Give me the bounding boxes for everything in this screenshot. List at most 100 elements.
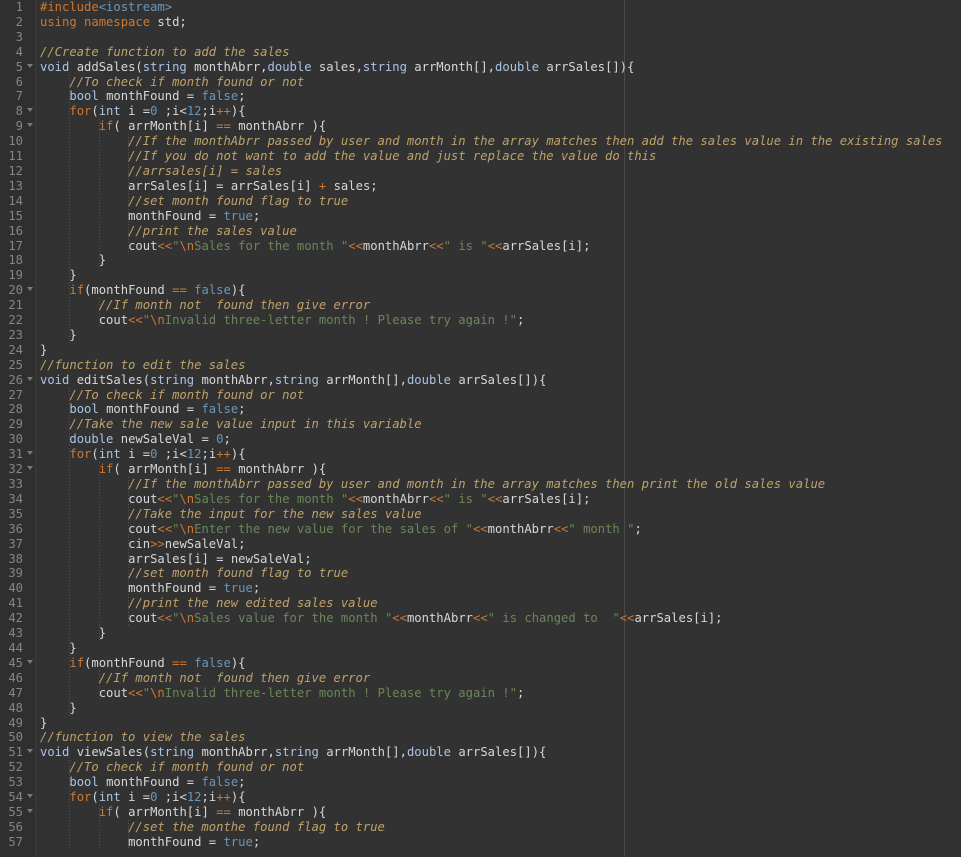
- code-line-28[interactable]: bool monthFound = false;: [37, 402, 961, 417]
- code-content[interactable]: #include<iostream> using namespace std; /…: [37, 0, 961, 857]
- fold-chevron-down-icon[interactable]: [27, 466, 33, 471]
- code-line-4[interactable]: //Create function to add the sales: [37, 45, 961, 60]
- line-number-23[interactable]: 23: [0, 328, 35, 343]
- line-number-49[interactable]: 49: [0, 716, 35, 731]
- line-number-50[interactable]: 50: [0, 730, 35, 745]
- line-number-8[interactable]: 8: [0, 104, 35, 119]
- code-line-19[interactable]: }: [37, 268, 961, 283]
- code-line-20[interactable]: if(monthFound == false){: [37, 283, 961, 298]
- code-line-37[interactable]: cin>>newSaleVal;: [37, 537, 961, 552]
- code-line-51[interactable]: void viewSales(string monthAbrr,string a…: [37, 745, 961, 760]
- code-line-24[interactable]: }: [37, 343, 961, 358]
- line-number-33[interactable]: 33: [0, 477, 35, 492]
- fold-chevron-down-icon[interactable]: [27, 123, 33, 128]
- line-number-25[interactable]: 25: [0, 358, 35, 373]
- code-line-33[interactable]: //If the monthAbrr passed by user and mo…: [37, 477, 961, 492]
- code-line-46[interactable]: //If month not found then give error: [37, 671, 961, 686]
- line-number-14[interactable]: 14: [0, 194, 35, 209]
- code-line-48[interactable]: }: [37, 701, 961, 716]
- code-line-40[interactable]: monthFound = true;: [37, 581, 961, 596]
- fold-chevron-down-icon[interactable]: [27, 108, 33, 113]
- line-number-gutter[interactable]: 1 2 3 4 5 6 7 8 9 10 11 12 13 14 15 16 17 18 19 20 21 22 23 24 2…: [0, 0, 36, 857]
- fold-chevron-down-icon[interactable]: [27, 794, 33, 799]
- code-line-25[interactable]: //function to edit the sales: [37, 358, 961, 373]
- fold-chevron-down-icon[interactable]: [27, 63, 33, 68]
- line-number-55[interactable]: 55: [0, 805, 35, 820]
- code-line-38[interactable]: arrSales[i] = newSaleVal;: [37, 552, 961, 567]
- code-line-36[interactable]: cout<<"\nEnter the new value for the sal…: [37, 522, 961, 537]
- code-line-2[interactable]: using namespace std;: [37, 15, 961, 30]
- line-number-35[interactable]: 35: [0, 507, 35, 522]
- code-line-57[interactable]: monthFound = true;: [37, 835, 961, 850]
- line-number-9[interactable]: 9: [0, 119, 35, 134]
- line-number-51[interactable]: 51: [0, 745, 35, 760]
- fold-chevron-down-icon[interactable]: [27, 808, 33, 813]
- code-line-22[interactable]: cout<<"\nInvalid three-letter month ! Pl…: [37, 313, 961, 328]
- line-number-44[interactable]: 44: [0, 641, 35, 656]
- code-line-34[interactable]: cout<<"\nSales for the month "<<monthAbr…: [37, 492, 961, 507]
- code-line-32[interactable]: if( arrMonth[i] == monthAbrr ){: [37, 462, 961, 477]
- code-line-55[interactable]: if( arrMonth[i] == monthAbrr ){: [37, 805, 961, 820]
- code-line-14[interactable]: //set month found flag to true: [37, 194, 961, 209]
- code-line-43[interactable]: }: [37, 626, 961, 641]
- line-number-1[interactable]: 1: [0, 0, 35, 15]
- code-line-49[interactable]: }: [37, 716, 961, 731]
- code-line-47[interactable]: cout<<"\nInvalid three-letter month ! Pl…: [37, 686, 961, 701]
- code-line-7[interactable]: bool monthFound = false;: [37, 89, 961, 104]
- line-number-54[interactable]: 54: [0, 790, 35, 805]
- line-number-19[interactable]: 19: [0, 268, 35, 283]
- code-line-27[interactable]: //To check if month found or not: [37, 388, 961, 403]
- line-number-52[interactable]: 52: [0, 760, 35, 775]
- line-number-48[interactable]: 48: [0, 701, 35, 716]
- fold-chevron-down-icon[interactable]: [27, 451, 33, 456]
- line-number-22[interactable]: 22: [0, 313, 35, 328]
- line-number-12[interactable]: 12: [0, 164, 35, 179]
- line-number-2[interactable]: 2: [0, 15, 35, 30]
- line-number-21[interactable]: 21: [0, 298, 35, 313]
- code-line-42[interactable]: cout<<"\nSales value for the month "<<mo…: [37, 611, 961, 626]
- line-number-26[interactable]: 26: [0, 373, 35, 388]
- code-line-53[interactable]: bool monthFound = false;: [37, 775, 961, 790]
- line-number-34[interactable]: 34: [0, 492, 35, 507]
- line-number-15[interactable]: 15: [0, 209, 35, 224]
- fold-chevron-down-icon[interactable]: [27, 287, 33, 292]
- code-line-12[interactable]: //arrsales[i] = sales: [37, 164, 961, 179]
- code-line-10[interactable]: //If the monthAbrr passed by user and mo…: [37, 134, 961, 149]
- line-number-45[interactable]: 45: [0, 656, 35, 671]
- line-number-39[interactable]: 39: [0, 566, 35, 581]
- line-number-28[interactable]: 28: [0, 402, 35, 417]
- line-number-3[interactable]: 3: [0, 30, 35, 45]
- line-number-20[interactable]: 20: [0, 283, 35, 298]
- code-line-41[interactable]: //print the new edited sales value: [37, 596, 961, 611]
- line-number-13[interactable]: 13: [0, 179, 35, 194]
- fold-chevron-down-icon[interactable]: [27, 749, 33, 754]
- line-number-29[interactable]: 29: [0, 417, 35, 432]
- code-line-16[interactable]: //print the sales value: [37, 224, 961, 239]
- code-line-13[interactable]: arrSales[i] = arrSales[i] + sales;: [37, 179, 961, 194]
- line-number-24[interactable]: 24: [0, 343, 35, 358]
- code-line-45[interactable]: if(monthFound == false){: [37, 656, 961, 671]
- code-line-30[interactable]: double newSaleVal = 0;: [37, 432, 961, 447]
- code-line-11[interactable]: //If you do not want to add the value an…: [37, 149, 961, 164]
- code-line-8[interactable]: for(int i =0 ;i<12;i++){: [37, 104, 961, 119]
- line-number-37[interactable]: 37: [0, 537, 35, 552]
- line-number-43[interactable]: 43: [0, 626, 35, 641]
- line-number-17[interactable]: 17: [0, 239, 35, 254]
- code-line-18[interactable]: }: [37, 253, 961, 268]
- line-number-41[interactable]: 41: [0, 596, 35, 611]
- code-line-17[interactable]: cout<<"\nSales for the month "<<monthAbr…: [37, 239, 961, 254]
- line-number-38[interactable]: 38: [0, 552, 35, 567]
- line-number-31[interactable]: 31: [0, 447, 35, 462]
- fold-chevron-down-icon[interactable]: [27, 659, 33, 664]
- line-number-30[interactable]: 30: [0, 432, 35, 447]
- code-line-3[interactable]: [37, 30, 961, 45]
- line-number-46[interactable]: 46: [0, 671, 35, 686]
- code-line-56[interactable]: //set the monthe found flag to true: [37, 820, 961, 835]
- code-line-52[interactable]: //To check if month found or not: [37, 760, 961, 775]
- line-number-16[interactable]: 16: [0, 224, 35, 239]
- code-line-44[interactable]: }: [37, 641, 961, 656]
- code-line-1[interactable]: #include<iostream>: [37, 0, 961, 15]
- line-number-7[interactable]: 7: [0, 89, 35, 104]
- line-number-57[interactable]: 57: [0, 835, 35, 850]
- line-number-42[interactable]: 42: [0, 611, 35, 626]
